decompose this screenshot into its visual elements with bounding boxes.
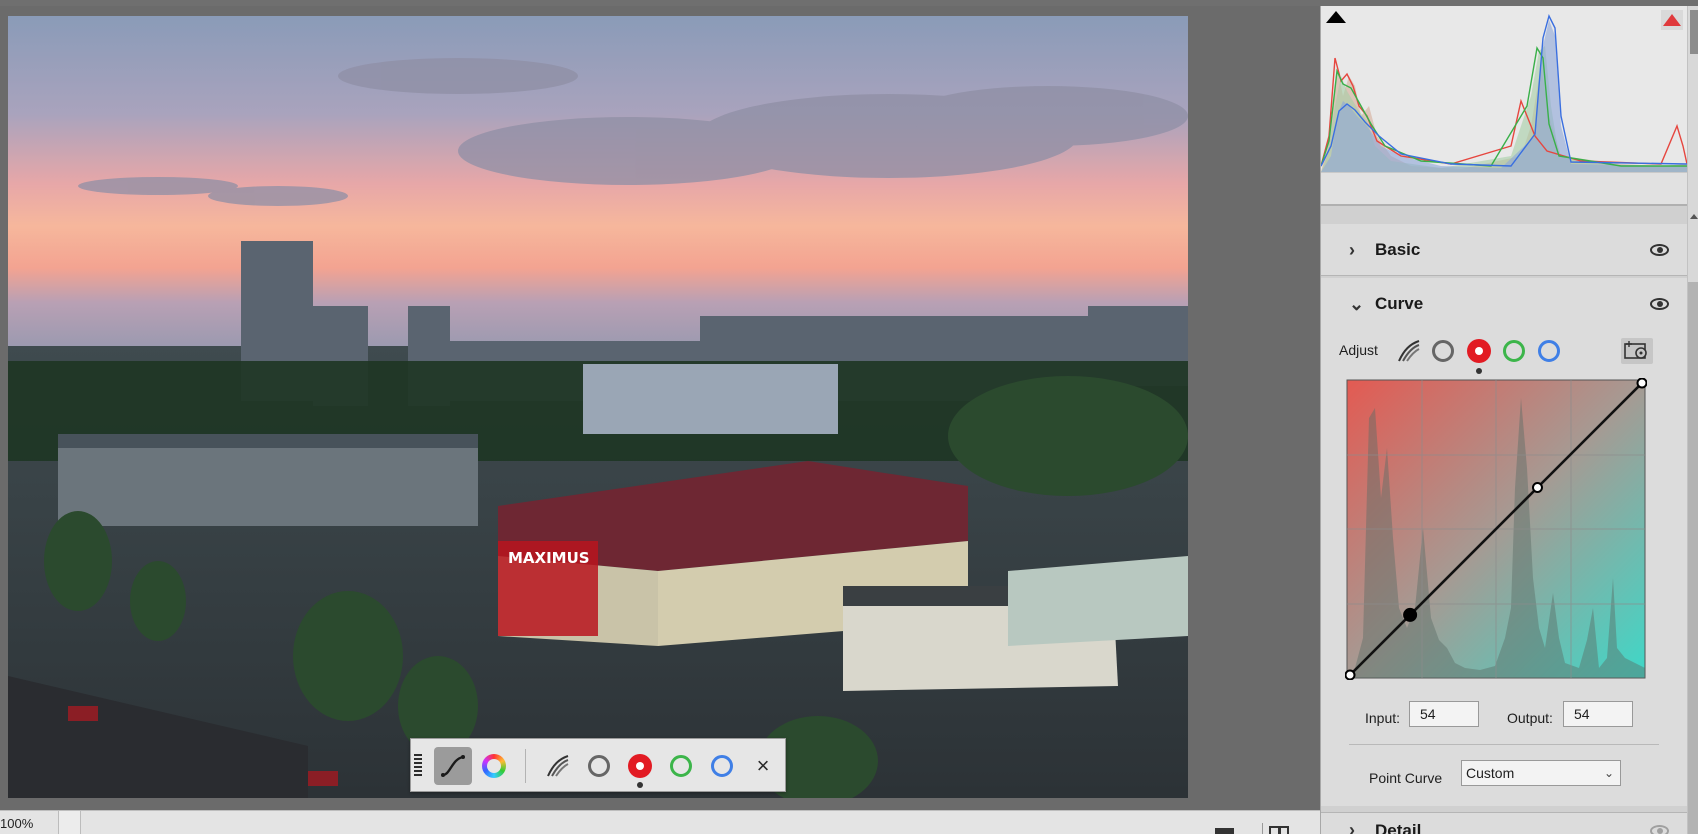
green-channel-button[interactable] [662, 747, 700, 785]
chevron-right-icon: › [1349, 240, 1355, 260]
curve-section-body: Adjust Input: 54 Output: 54 Point Curve … [1321, 328, 1687, 806]
section-detail[interactable]: › Detail [1321, 812, 1687, 834]
input-value-field[interactable]: 54 [1409, 701, 1479, 727]
color-wheel-icon [482, 754, 506, 778]
output-label: Output: [1507, 710, 1553, 726]
adjust-rgb-button[interactable] [1394, 336, 1424, 366]
input-label: Input: [1365, 710, 1401, 726]
histogram [1321, 6, 1687, 172]
point-curve-label: Point Curve [1369, 770, 1443, 786]
close-toolbar-button[interactable]: × [744, 747, 782, 785]
close-icon: × [756, 753, 770, 778]
svg-text:MAXIMUS: MAXIMUS [508, 549, 590, 567]
active-channel-indicator [1476, 368, 1482, 374]
luminance-channel-button[interactable] [580, 747, 618, 785]
red-dot-icon [628, 754, 652, 778]
blue-channel-button[interactable] [703, 747, 741, 785]
targeted-adjustment-button[interactable] [1621, 338, 1653, 364]
section-title: Curve [1375, 294, 1424, 313]
compare-view-icon[interactable] [1262, 823, 1289, 834]
adjust-label: Adjust [1339, 342, 1378, 358]
adjust-blue-button[interactable] [1534, 336, 1564, 366]
curve-point[interactable] [1531, 482, 1543, 494]
highlight-clipping-icon[interactable] [1661, 10, 1683, 30]
histogram-info-strip [1321, 172, 1687, 206]
city-sunset-photo: MAXIMUS [8, 16, 1188, 798]
eye-icon[interactable] [1650, 825, 1669, 834]
chevron-down-icon: ⌄ [1603, 766, 1614, 780]
scroll-up-icon[interactable] [1690, 214, 1698, 219]
target-adjust-icon [1624, 341, 1647, 359]
rgb-channel-icon [547, 755, 569, 777]
drag-handle[interactable] [414, 754, 422, 778]
blue-ring-icon [1538, 340, 1560, 362]
output-value-field[interactable]: 54 [1563, 701, 1633, 727]
curve-point-selected[interactable] [1403, 607, 1418, 622]
scrollbar-track[interactable] [1688, 282, 1698, 834]
shadow-clipping-icon[interactable] [1326, 11, 1346, 23]
zoom-menu-button[interactable] [58, 811, 81, 834]
zoom-level[interactable]: 100% [0, 816, 33, 831]
section-curve[interactable]: ⌄ Curve [1321, 278, 1687, 328]
adjust-green-button[interactable] [1499, 336, 1529, 366]
curve-icon [441, 755, 465, 777]
section-basic[interactable]: › Basic [1321, 224, 1687, 276]
curve-point[interactable] [1636, 377, 1648, 389]
adjust-red-button[interactable] [1464, 336, 1494, 374]
green-ring-icon [1503, 340, 1525, 362]
floating-curve-toolbar: × [410, 738, 786, 792]
adjustments-panel: › Basic ⌄ Curve Adjust Input: 54 Output:… [1320, 6, 1698, 834]
curve-tool-button[interactable] [434, 747, 472, 785]
tone-curve-graph[interactable] [1344, 377, 1648, 681]
chevron-right-icon: › [1349, 820, 1355, 834]
point-curve-value: Custom [1466, 765, 1515, 781]
chevron-down-icon: ⌄ [1349, 294, 1365, 314]
eye-icon[interactable] [1650, 298, 1669, 310]
section-title: Detail [1375, 821, 1422, 834]
canvas-area[interactable]: MAXIMUS × [0, 6, 1320, 834]
active-channel-indicator [637, 782, 643, 788]
point-curve-select[interactable]: Custom ⌄ [1461, 760, 1621, 786]
toolbar-divider [525, 749, 526, 783]
photo-preview[interactable]: MAXIMUS [8, 16, 1188, 798]
red-dot-icon [1467, 339, 1491, 363]
scrollbar-thumb[interactable] [1690, 10, 1698, 54]
adjust-luminance-button[interactable] [1428, 336, 1458, 366]
status-bar: 100% [0, 810, 1320, 834]
curve-point[interactable] [1344, 669, 1356, 681]
rgb-channel-button[interactable] [539, 747, 577, 785]
luminance-ring-icon [588, 755, 610, 777]
color-wheel-button[interactable] [475, 747, 513, 785]
single-view-icon[interactable] [1215, 828, 1234, 834]
curve-editor[interactable] [1344, 377, 1648, 681]
red-channel-button[interactable] [621, 747, 659, 788]
divider [1349, 744, 1659, 745]
luminance-ring-icon [1432, 340, 1454, 362]
eye-icon[interactable] [1650, 244, 1669, 256]
rgb-channel-icon [1398, 340, 1420, 362]
histogram-graph [1321, 14, 1687, 172]
photo-editor-window: MAXIMUS × 100% › Basic ⌄ Curve Adjust In… [0, 0, 1698, 834]
green-ring-icon [670, 755, 692, 777]
panel-scrollbar[interactable] [1687, 6, 1698, 834]
section-title: Basic [1375, 240, 1421, 259]
blue-ring-icon [711, 755, 733, 777]
